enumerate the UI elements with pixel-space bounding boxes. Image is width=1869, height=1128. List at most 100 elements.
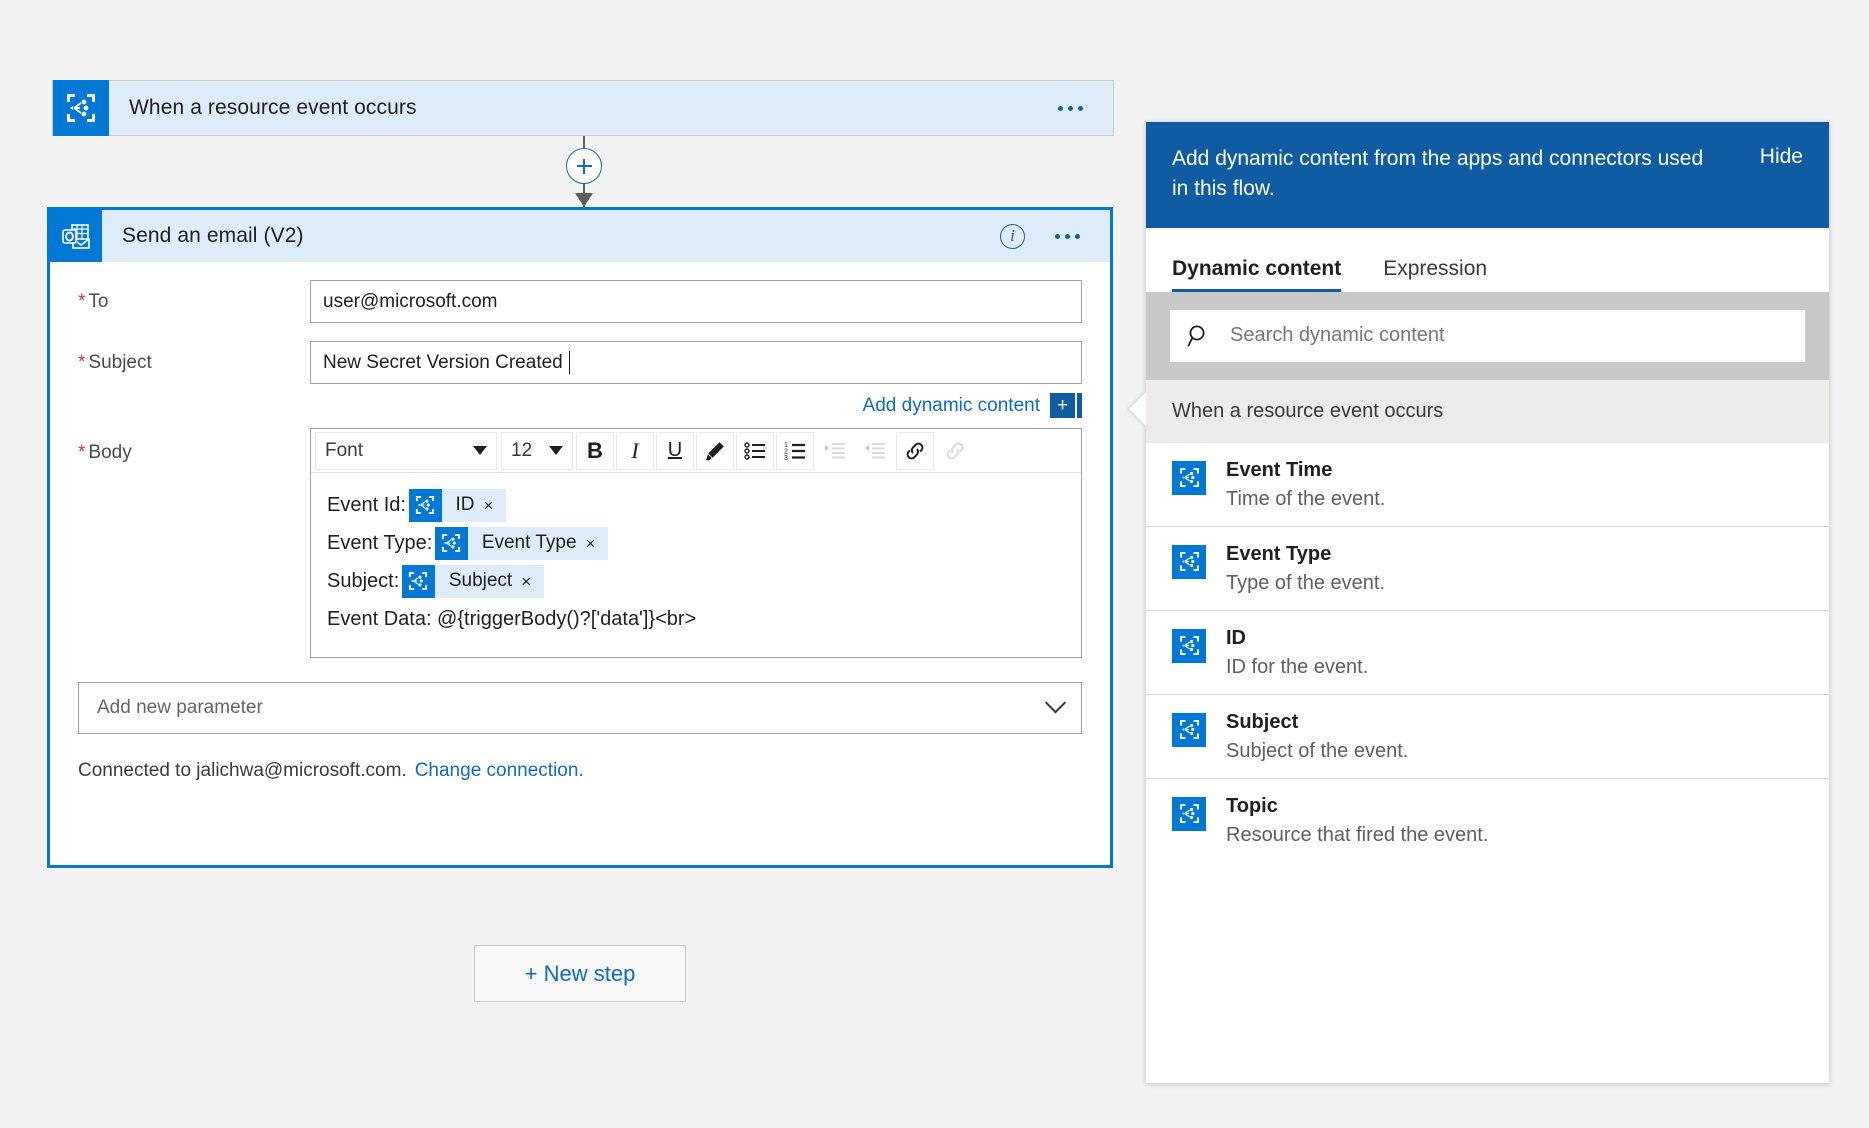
list-item-description: Subject of the event. <box>1226 739 1409 762</box>
italic-icon: I <box>631 437 639 463</box>
unlink-button[interactable] <box>936 431 974 470</box>
event-grid-icon <box>1172 796 1206 831</box>
action-card-send-an-email: Send an email (V2) i * To user@microsoft… <box>47 207 1113 868</box>
link-icon <box>906 442 924 459</box>
list-item[interactable]: ID ID for the event. <box>1146 611 1829 695</box>
list-item[interactable]: Topic Resource that fired the event. <box>1146 779 1829 862</box>
add-new-parameter-dropdown[interactable]: Add new parameter <box>78 682 1082 734</box>
insert-step-plus-icon[interactable] <box>566 148 602 184</box>
list-item-description: Resource that fired the event. <box>1226 823 1489 846</box>
to-input[interactable]: user@microsoft.com <box>310 280 1082 323</box>
dynamic-token-label: ID <box>455 494 475 515</box>
indent-icon <box>825 442 845 458</box>
search-container <box>1146 291 1829 380</box>
trigger-overflow-menu-icon[interactable] <box>1050 98 1091 119</box>
connection-status-text: Connected to jalichwa@microsoft.com. <box>78 760 407 781</box>
list-item-title: Event Time <box>1226 458 1333 481</box>
indent-button[interactable] <box>816 431 854 470</box>
list-item-body: Subject Subject of the event. <box>1226 710 1408 764</box>
list-item-body: Event Time Time of the event. <box>1226 458 1385 512</box>
add-dynamic-content-link[interactable]: Add dynamic content <box>863 395 1040 417</box>
subject-input-value: New Secret Version Created <box>323 351 563 373</box>
list-item-title: Subject <box>1226 710 1299 733</box>
bullet-list-button[interactable] <box>736 431 774 470</box>
numbered-list-button[interactable]: 1 2 3 <box>776 431 814 470</box>
search-input[interactable] <box>1228 323 1789 349</box>
dynamic-token-id[interactable]: ID × <box>408 488 507 522</box>
font-size-select[interactable]: 12 <box>501 431 573 470</box>
hide-panel-button[interactable]: Hide <box>1760 144 1803 169</box>
new-step-button[interactable]: + New step <box>474 945 686 1002</box>
trigger-title: When a resource event occurs <box>129 96 417 119</box>
connector-arrow-icon <box>575 193 593 207</box>
action-card-header[interactable]: Send an email (V2) i <box>50 210 1110 262</box>
list-item-body: ID ID for the event. <box>1226 626 1368 680</box>
dynamic-token-label: Subject <box>448 570 513 591</box>
tab-expression[interactable]: Expression <box>1383 257 1487 292</box>
list-item-title: ID <box>1226 626 1246 649</box>
underline-button[interactable]: U <box>656 431 694 470</box>
dynamic-token-label: Event Type <box>481 532 577 553</box>
info-icon[interactable]: i <box>1000 223 1025 249</box>
link-button[interactable] <box>896 431 934 470</box>
event-grid-icon <box>1172 460 1206 495</box>
remove-token-icon[interactable]: × <box>586 535 609 552</box>
list-item[interactable]: Event Type Type of the event. <box>1146 527 1829 611</box>
dynamic-content-panel: Add dynamic content from the apps and co… <box>1129 122 1829 1083</box>
body-control: Font 12 B I U 1 2 3 Event Id: ID × Event… <box>310 428 1110 658</box>
to-label: * To <box>50 280 310 313</box>
rich-text-toolbar: Font 12 B I U 1 2 3 <box>311 429 1081 473</box>
bold-button[interactable]: B <box>576 431 614 470</box>
list-item-body: Topic Resource that fired the event. <box>1226 794 1488 848</box>
panel-tabs: Dynamic content Expression <box>1146 227 1829 292</box>
subject-label-text: Subject <box>88 352 152 373</box>
list-item-description: Time of the event. <box>1226 487 1386 510</box>
list-item-description: ID for the event. <box>1226 655 1369 678</box>
list-item-body: Event Type Type of the event. <box>1226 542 1385 596</box>
highlight-button[interactable] <box>696 431 734 470</box>
to-control: user@microsoft.com <box>310 280 1110 323</box>
body-line-event-id: Event Id: ID × <box>327 487 1065 523</box>
search-icon <box>1187 325 1205 347</box>
action-header-actions: i <box>1000 223 1110 249</box>
remove-token-icon[interactable]: × <box>484 497 507 514</box>
text-cursor <box>568 351 571 374</box>
list-item[interactable]: Event Time Time of the event. <box>1146 443 1829 527</box>
body-line-label: Subject: <box>327 569 405 592</box>
search-box[interactable] <box>1170 309 1805 362</box>
font-family-select[interactable]: Font <box>315 431 497 470</box>
tab-dynamic-content[interactable]: Dynamic content <box>1172 257 1342 292</box>
rich-text-content[interactable]: Event Id: ID × Event Type: Event Type × … <box>311 473 1081 657</box>
field-row-subject: * Subject New Secret Version Created <box>50 341 1110 384</box>
to-label-text: To <box>88 291 109 312</box>
italic-button[interactable]: I <box>616 431 654 470</box>
dynamic-content-list: Event Time Time of the event. Event Type <box>1146 442 1829 862</box>
remove-token-icon[interactable]: × <box>521 573 544 590</box>
dynamic-token-event-type[interactable]: Event Type × <box>434 526 609 560</box>
add-dynamic-content-plus-icon[interactable]: + <box>1050 393 1075 418</box>
action-card-body: * To user@microsoft.com * Subject New Se… <box>50 280 1110 782</box>
body-line-event-data: Event Data: @{triggerBody()?['data']}<br… <box>327 601 1065 637</box>
list-item[interactable]: Subject Subject of the event. <box>1146 695 1829 779</box>
to-input-value: user@microsoft.com <box>323 290 498 312</box>
flow-connector <box>566 136 602 208</box>
event-grid-token-icon <box>408 488 442 522</box>
list-item-title: Topic <box>1226 794 1278 817</box>
change-connection-link[interactable]: Change connection. <box>415 760 584 781</box>
bold-icon: B <box>587 437 603 463</box>
dynamic-content-panel-header: Add dynamic content from the apps and co… <box>1146 122 1829 228</box>
trigger-card[interactable]: When a resource event occurs <box>52 80 1114 136</box>
unlink-icon <box>946 441 965 459</box>
subject-input[interactable]: New Secret Version Created <box>310 341 1082 384</box>
font-family-value: Font <box>325 439 364 461</box>
dynamic-token-subject[interactable]: Subject × <box>401 564 545 598</box>
subject-required-asterisk: * <box>78 352 86 373</box>
subject-label: * Subject <box>50 341 310 374</box>
outdent-button[interactable] <box>856 431 894 470</box>
action-overflow-menu-icon[interactable] <box>1047 226 1088 247</box>
event-grid-token-icon <box>401 564 435 598</box>
chevron-down-icon <box>1044 691 1067 713</box>
underline-icon: U <box>667 439 683 461</box>
body-line-plain-text: Event Data: @{triggerBody()?['data']}<br… <box>327 607 697 630</box>
field-row-to: * To user@microsoft.com <box>50 280 1110 323</box>
